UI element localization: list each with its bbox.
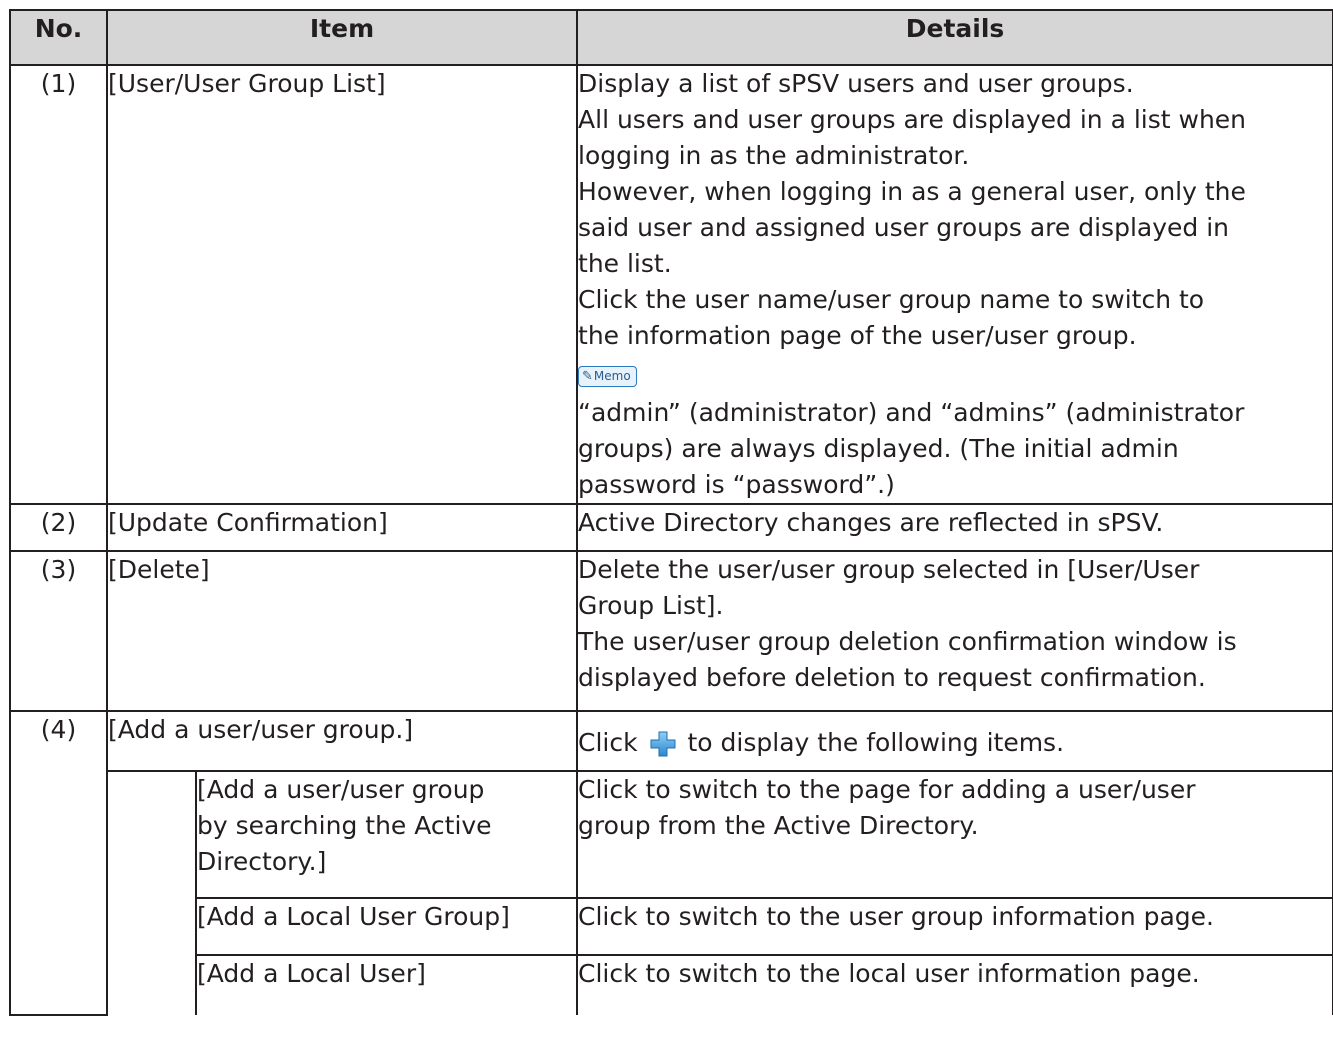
details-text-before: Click <box>578 728 638 757</box>
row-details: Display a list of sPSV users and user gr… <box>576 64 1333 505</box>
row-details: Delete the user/user group selected in [… <box>576 550 1333 712</box>
details-line: displayed before deletion to request con… <box>578 663 1206 692</box>
details-line: said user and assigned user groups are d… <box>578 213 1229 242</box>
details-line: the list. <box>578 249 672 278</box>
subitem-row: [Add a Local User Group] Click to switch… <box>10 897 1333 956</box>
memo-line: password is “password”.) <box>578 470 895 499</box>
details-line: However, when logging in as a general us… <box>578 177 1246 206</box>
subitem-line: Directory.] <box>197 847 327 876</box>
subitem-item: [Add a Local User Group] <box>194 897 579 956</box>
header-details: Details <box>576 9 1333 66</box>
items-table: No. Item Details (1) [User/User Group Li… <box>9 9 1333 1016</box>
row-item: [Add a user/user group.] <box>105 710 579 772</box>
pencil-icon: ✎ <box>582 369 593 384</box>
subitem-item: [Add a Local User] <box>194 954 579 1015</box>
row-details: Click to display the following items. <box>576 710 1333 772</box>
subitem-line: [Add a Local User] <box>197 959 426 988</box>
header-no: No. <box>9 9 108 66</box>
details-line: group from the Active Directory. <box>578 811 979 840</box>
indent-spacer <box>106 771 197 898</box>
details-line: Click to switch to the local user inform… <box>578 959 1200 988</box>
memo-line: groups) are always displayed. (The initi… <box>578 434 1179 463</box>
row-item: [Update Confirmation] <box>105 503 579 552</box>
indent-spacer <box>106 898 197 955</box>
details-line: All users and user groups are displayed … <box>578 105 1247 134</box>
subitem-details: Click to switch to the local user inform… <box>576 954 1333 1015</box>
details-text-after: to display the following items. <box>687 728 1065 757</box>
row-item: [Delete] <box>105 550 579 712</box>
row-number: (4) <box>9 710 108 1016</box>
table-row: (2) [Update Confirmation] Active Directo… <box>9 503 1333 552</box>
header-item: Item <box>105 9 579 66</box>
subitem-details: Click to switch to the user group inform… <box>576 897 1333 956</box>
subitem-line: by searching the Active <box>197 811 492 840</box>
indent-spacer <box>106 955 197 1015</box>
row-number: (2) <box>9 503 108 552</box>
table-row: (4) [Add a user/user group.] Click to di… <box>9 710 1333 1016</box>
details-line: the information page of the user/user gr… <box>578 321 1137 350</box>
subitem-row: [Add a user/user group by searching the … <box>10 770 1333 899</box>
header-row: No. Item Details <box>9 9 1333 66</box>
row-details: Active Directory changes are reflected i… <box>576 503 1333 552</box>
table-row: (1) [User/User Group List] Display a lis… <box>9 64 1333 505</box>
subitem-line: [Add a user/user group <box>197 775 485 804</box>
details-line: Display a list of sPSV users and user gr… <box>578 69 1134 98</box>
memo-line: “admin” (administrator) and “admins” (ad… <box>578 398 1245 427</box>
table-row: (3) [Delete] Delete the user/user group … <box>9 550 1333 712</box>
subitem-item: [Add a user/user group by searching the … <box>194 770 579 899</box>
details-line: The user/user group deletion confirmatio… <box>578 627 1237 656</box>
details-line: Click the user name/user group name to s… <box>578 285 1205 314</box>
row-number: (1) <box>9 64 108 505</box>
plus-icon <box>650 731 676 767</box>
row-item: [User/User Group List] <box>105 64 579 505</box>
details-line: Group List]. <box>578 591 724 620</box>
details-line: Click to switch to the user group inform… <box>578 902 1215 931</box>
subitem-row: [Add a Local User] Click to switch to th… <box>10 954 1333 1015</box>
memo-label: Memo <box>593 369 631 383</box>
subitem-details: Click to switch to the page for adding a… <box>576 770 1333 899</box>
details-line: Click to switch to the page for adding a… <box>578 775 1196 804</box>
details-line: logging in as the administrator. <box>578 141 970 170</box>
row-number: (3) <box>9 550 108 712</box>
details-line: Delete the user/user group selected in [… <box>578 555 1200 584</box>
subitem-line: [Add a Local User Group] <box>197 902 510 931</box>
details-line: Active Directory changes are reflected i… <box>578 508 1164 537</box>
memo-badge: ✎Memo <box>578 366 637 387</box>
